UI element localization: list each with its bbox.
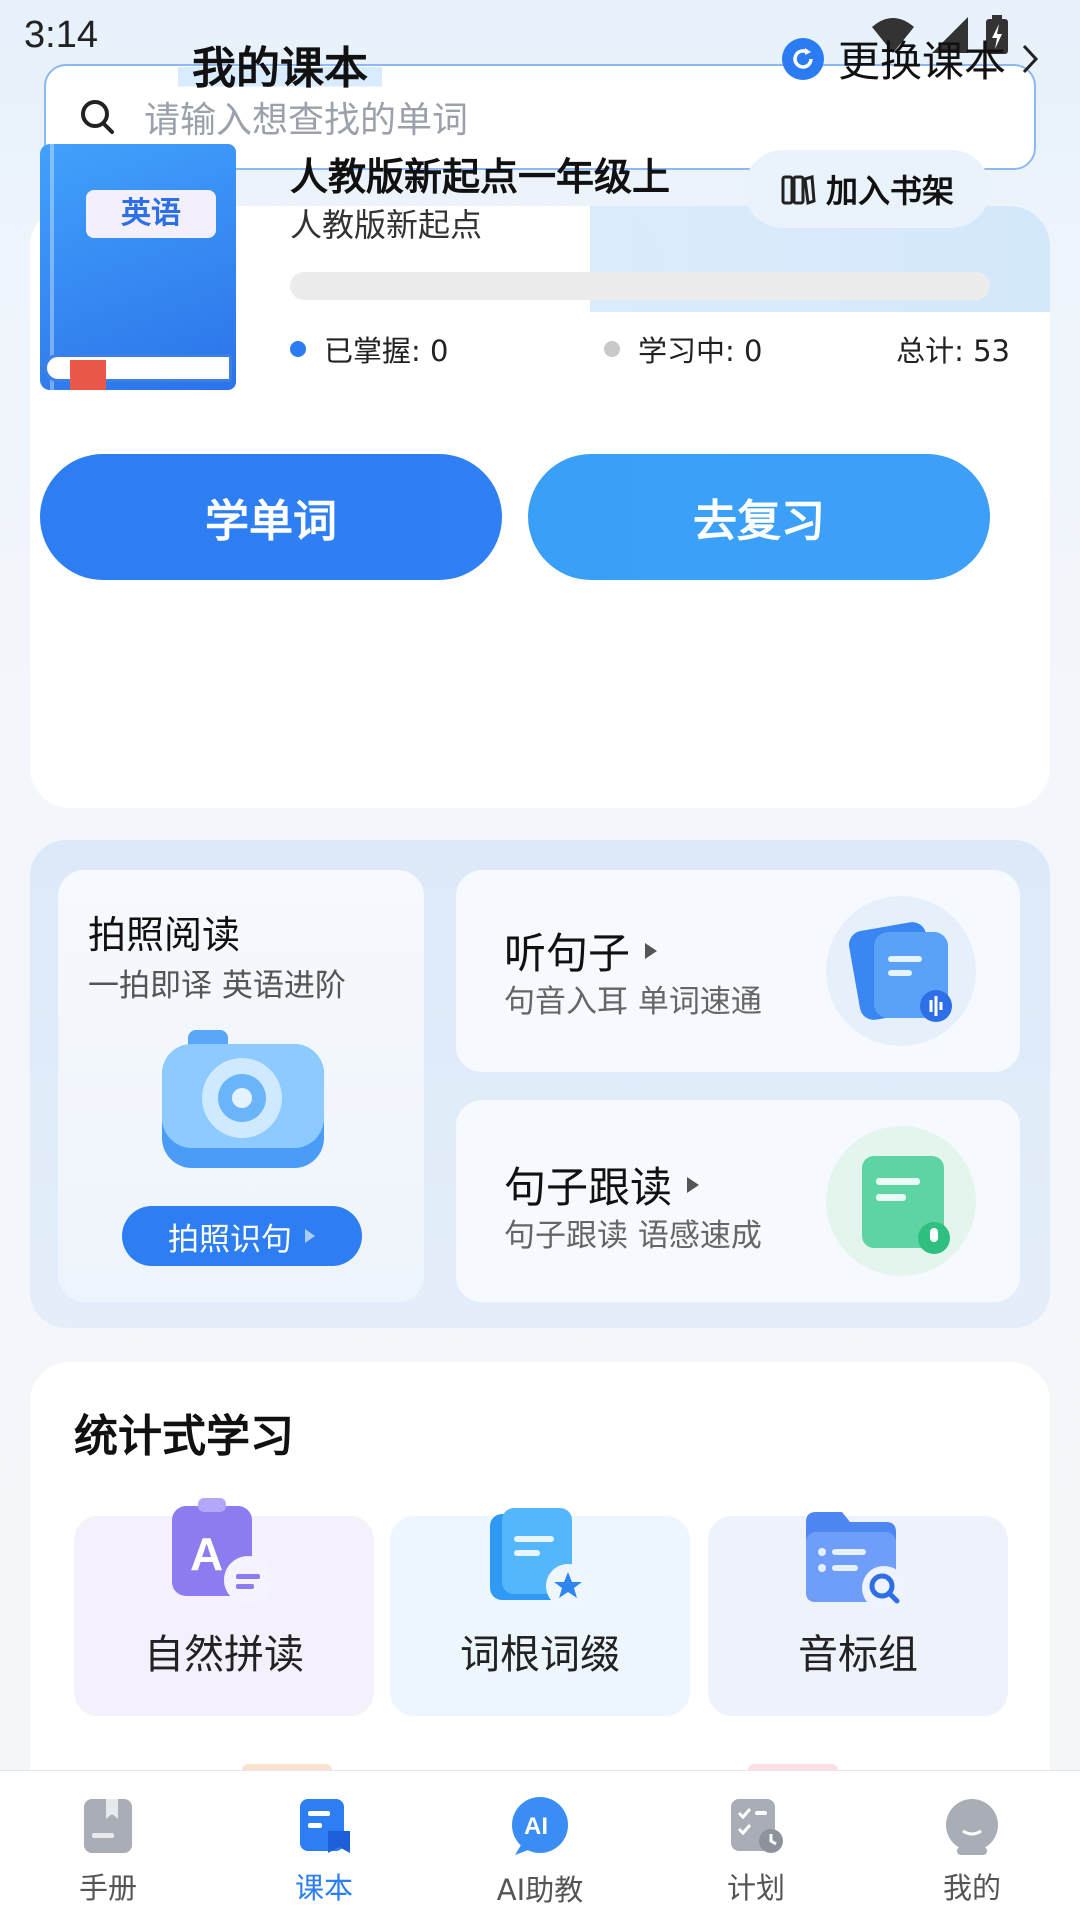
nav-ai-assistant-label: AI助教 [496, 1873, 584, 1907]
follow-reading-title: 句子跟读 [504, 1163, 673, 1212]
nav-plan[interactable]: 计划 [648, 1771, 864, 1920]
photo-reading-title: 拍照阅读 [88, 913, 241, 957]
change-textbook-button[interactable]: 更换课本 [781, 28, 1040, 89]
bottom-nav: 手册 课本 AI AI助教 计划 我的 [0, 1770, 1080, 1920]
camera-icon [162, 1030, 324, 1168]
ai-assistant-icon: AI [512, 1797, 568, 1855]
photo-reading-subtitle: 一拍即译 英语进阶 [88, 968, 346, 1004]
svg-text:A: A [190, 1528, 223, 1580]
svg-text:AI: AI [524, 1813, 548, 1840]
mastered-label: 已掌握: 0 [324, 334, 449, 368]
follow-reading-title-row: 句子跟读 [504, 1154, 700, 1215]
phonics-icon: A [172, 1498, 272, 1604]
nav-profile[interactable]: 我的 [864, 1771, 1080, 1920]
phonetic-icon [806, 1512, 906, 1610]
tile-phonetic-label: 音标组 [798, 1632, 918, 1678]
listen-sentence-title: 听句子 [504, 929, 631, 978]
search-icon [81, 100, 114, 134]
textbook-icon [300, 1799, 350, 1853]
profile-icon [946, 1799, 998, 1855]
listen-sentence-icon [826, 896, 976, 1046]
search-placeholder: 请输入想查找的单词 [144, 100, 469, 141]
textbook-publisher: 人教版新起点 [290, 206, 483, 244]
listen-sentence-subtitle: 句音入耳 单词速通 [504, 984, 762, 1020]
learning-stat: 学习中: 0 [604, 328, 762, 370]
nav-handbook[interactable]: 手册 [0, 1771, 216, 1920]
follow-reading-icon [826, 1126, 976, 1276]
status-time: 3:14 [24, 14, 98, 56]
cover-label: 英语 [86, 190, 216, 238]
nav-handbook-label: 手册 [78, 1871, 137, 1905]
mastered-stat: 已掌握: 0 [290, 328, 448, 370]
nav-textbook[interactable]: 课本 [216, 1771, 432, 1920]
add-to-shelf-button[interactable]: 加入书架 [744, 150, 990, 228]
textbook-name: 人教版新起点一年级上 [290, 155, 671, 199]
nav-ai-assistant[interactable]: AI AI助教 [432, 1771, 648, 1920]
tile-phonics-label: 自然拼读 [144, 1632, 304, 1678]
learning-label: 学习中: 0 [638, 334, 763, 368]
nav-profile-label: 我的 [942, 1871, 1001, 1905]
refresh-icon [781, 37, 824, 80]
nav-plan-label: 计划 [726, 1871, 785, 1905]
textbook-cover[interactable]: 英语 [40, 144, 236, 390]
listen-sentence-title-row: 听句子 [504, 920, 658, 981]
triangle-right-icon [645, 942, 658, 959]
nav-textbook-label: 课本 [294, 1871, 353, 1905]
handbook-icon [84, 1799, 132, 1853]
change-textbook-label: 更换课本 [837, 37, 1006, 86]
stats-learning-heading: 统计式学习 [74, 1411, 294, 1462]
chevron-right-icon [1022, 44, 1039, 73]
my-textbook-title: 我的课本 [178, 32, 382, 96]
plan-icon [731, 1799, 783, 1853]
total-stat: 总计: 53 [896, 328, 1010, 370]
tile-word-root-label: 词根词缀 [460, 1632, 620, 1678]
triangle-right-icon [687, 1176, 700, 1193]
photo-recognize-button[interactable]: 拍照识句 [122, 1206, 362, 1266]
word-root-icon [490, 1508, 590, 1608]
bookshelf-icon [781, 175, 816, 206]
review-button[interactable]: 去复习 [528, 454, 990, 580]
triangle-right-icon [305, 1229, 315, 1243]
total-label: 总计: 53 [896, 334, 1010, 368]
learn-words-button[interactable]: 学单词 [40, 454, 502, 580]
photo-recognize-label: 拍照识句 [168, 1221, 292, 1258]
follow-reading-subtitle: 句子跟读 语感速成 [504, 1218, 762, 1254]
textbook-progress-bar [290, 272, 990, 300]
add-to-shelf-label: 加入书架 [825, 172, 954, 210]
